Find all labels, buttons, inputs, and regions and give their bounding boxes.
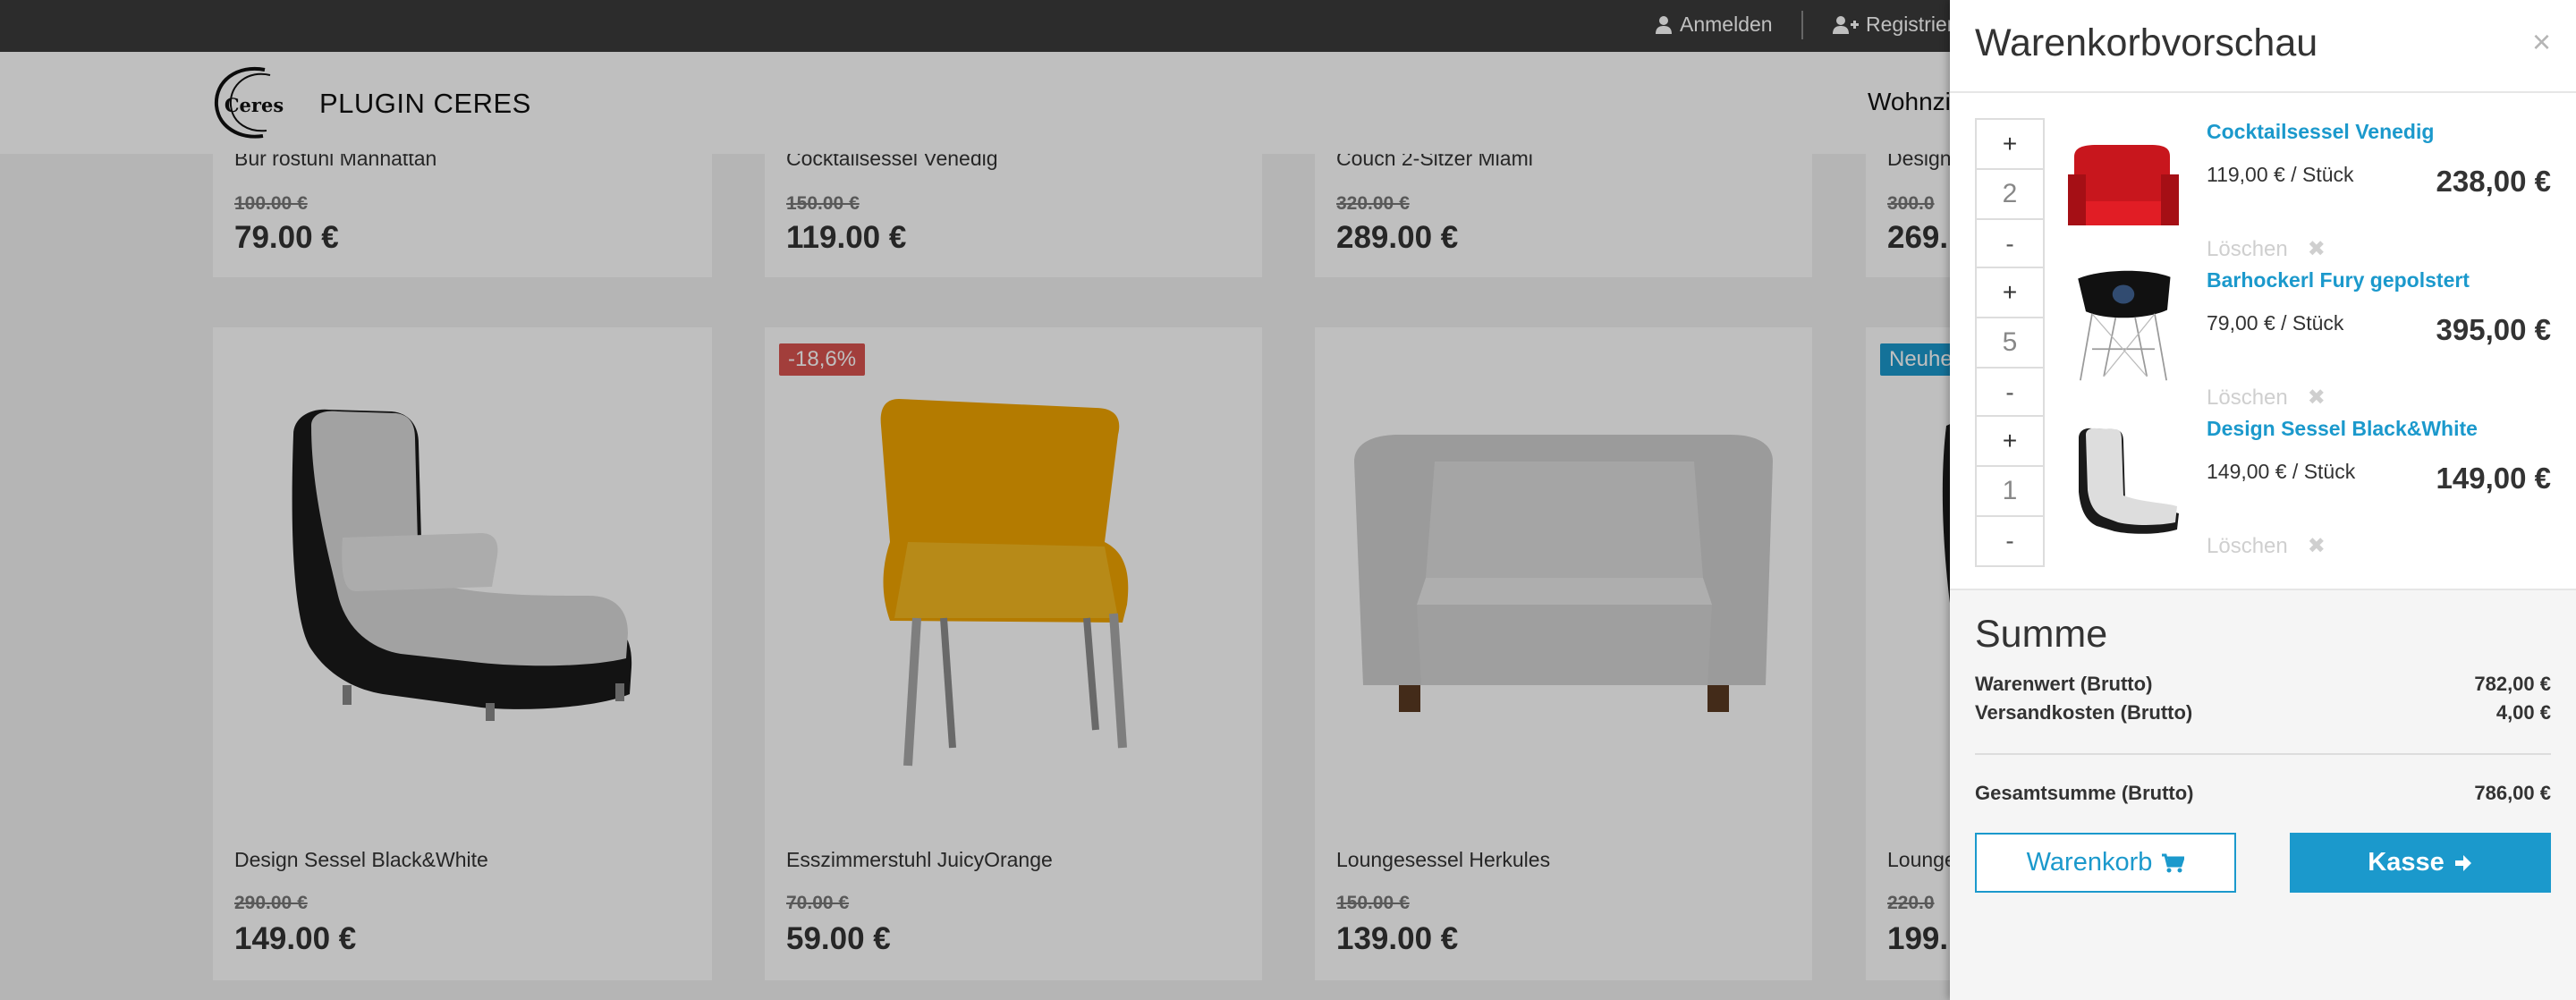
delete-item-button[interactable]: Löschen ✖: [2207, 533, 2326, 559]
quantity-stepper[interactable]: + 1 -: [1975, 415, 2045, 567]
delete-icon: ✖: [2307, 534, 2326, 558]
cart-item-image[interactable]: [2061, 125, 2186, 250]
total-label: Gesamtsumme (Brutto): [1975, 782, 2194, 804]
delete-item-button[interactable]: Löschen ✖: [2207, 385, 2326, 411]
view-cart-button[interactable]: Warenkorb: [1975, 833, 2236, 893]
checkout-button[interactable]: Kasse: [2290, 833, 2551, 893]
cart-item-name[interactable]: Design Sessel Black&White: [2207, 417, 2478, 441]
page-overlay[interactable]: [0, 0, 1950, 1000]
cart-item-unit-price: 79,00 € / Stück: [2207, 311, 2344, 335]
shipping-label: Versandkosten (Brutto): [1975, 701, 2193, 724]
delete-icon: ✖: [2307, 237, 2326, 261]
delete-label: Löschen: [2207, 533, 2288, 558]
increase-quantity-button[interactable]: +: [1977, 417, 2043, 465]
divider: [1950, 589, 2576, 590]
decrease-quantity-button[interactable]: -: [1977, 220, 2043, 268]
checkout-label: Kasse: [2368, 848, 2445, 877]
delete-label: Löschen: [2207, 385, 2288, 410]
decrease-quantity-button[interactable]: -: [1977, 517, 2043, 565]
cart-item-total: 238,00 €: [2436, 165, 2551, 198]
delete-item-button[interactable]: Löschen ✖: [2207, 236, 2326, 262]
summary-row-shipping: Versandkosten (Brutto) 4,00 €: [1975, 701, 2551, 725]
delete-icon: ✖: [2307, 386, 2326, 410]
total-value: 786,00 €: [2474, 782, 2551, 804]
cart-preview-title: Warenkorbvorschau: [1975, 21, 2318, 64]
increase-quantity-button[interactable]: +: [1977, 120, 2043, 168]
decrease-quantity-button[interactable]: -: [1977, 369, 2043, 417]
cart-item-image[interactable]: [2061, 263, 2186, 388]
cart-item-total: 149,00 €: [2436, 462, 2551, 495]
quantity-stepper[interactable]: + 5 -: [1975, 267, 2045, 419]
close-icon[interactable]: ×: [2532, 23, 2551, 61]
view-cart-label: Warenkorb: [2026, 848, 2153, 877]
summary-row-goods: Warenwert (Brutto) 782,00 €: [1975, 673, 2551, 696]
delete-label: Löschen: [2207, 236, 2288, 261]
increase-quantity-button[interactable]: +: [1977, 268, 2043, 317]
cart-item-image[interactable]: [2061, 420, 2186, 546]
quantity-stepper[interactable]: + 2 -: [1975, 118, 2045, 270]
cart-item-total: 395,00 €: [2436, 313, 2551, 346]
goods-value: 782,00 €: [2474, 673, 2551, 695]
shipping-value: 4,00 €: [2496, 701, 2551, 724]
divider: [1950, 91, 2576, 93]
summary-title: Summe: [1975, 613, 2108, 656]
cart-item-name[interactable]: Cocktailsessel Venedig: [2207, 120, 2434, 144]
cart-item-unit-price: 149,00 € / Stück: [2207, 460, 2356, 483]
cart-preview-panel: Warenkorbvorschau × + 2 - Cocktailsessel…: [1950, 0, 2576, 1000]
goods-label: Warenwert (Brutto): [1975, 673, 2153, 695]
divider: [1975, 753, 2551, 755]
quantity-value[interactable]: 1: [1977, 465, 2043, 517]
quantity-value[interactable]: 5: [1977, 317, 2043, 369]
summary-row-total: Gesamtsumme (Brutto) 786,00 €: [1975, 782, 2551, 805]
shopping-cart-icon: [2162, 853, 2185, 872]
quantity-value[interactable]: 2: [1977, 168, 2043, 220]
cart-item-unit-price: 119,00 € / Stück: [2207, 163, 2354, 186]
cart-item-name[interactable]: Barhockerl Fury gepolstert: [2207, 268, 2470, 292]
arrow-right-icon: [2454, 854, 2471, 871]
